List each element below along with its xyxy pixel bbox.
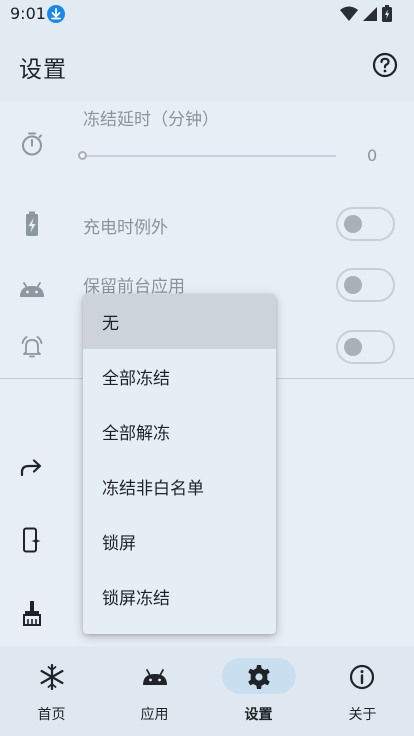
charging-exception-toggle[interactable] [336,207,395,241]
battery-charging-icon [26,211,38,236]
keep-foreground-label-clip: 保留前台应用 [83,275,198,294]
android-icon [143,669,167,685]
notification-toggle[interactable] [336,330,395,364]
help-icon[interactable] [372,52,398,78]
android-icon [20,282,44,297]
timer-icon [22,132,42,156]
battery-icon [382,5,392,22]
dropdown-option-lock-and-freeze[interactable]: 锁屏冻结 [83,569,276,624]
info-icon [349,664,375,690]
status-bar: 9:01 [0,0,414,28]
download-notification-icon [47,5,65,23]
phone-sparkle-icon[interactable] [19,527,45,553]
nav-item-home[interactable]: 首页 [0,646,103,736]
nav-label-about: 关于 [348,707,377,723]
share-arrow-icon[interactable] [19,455,45,481]
dropdown-option-none[interactable]: 无 [83,294,276,349]
alarm-bell-icon [21,336,43,358]
freeze-delay-slider-thumb[interactable] [78,151,87,160]
cell-signal-icon [363,6,377,21]
freeze-delay-value: 0 [367,146,378,165]
charging-exception-label: 充电时例外 [83,218,168,238]
toggle-knob [344,276,362,294]
nav-label-home: 首页 [37,707,66,723]
status-time: 9:01 [10,4,46,23]
wifi-icon [340,6,358,21]
dropdown-option-lock-screen[interactable]: 锁屏 [83,514,276,569]
freeze-delay-slider-track[interactable] [83,155,336,157]
gear-icon [248,665,270,689]
keep-foreground-label: 保留前台应用 [83,277,185,294]
nav-item-apps[interactable]: 应用 [103,646,206,736]
toggle-knob [344,338,362,356]
dropdown-menu: 无 全部冻结 全部解冻 冻结非白名单 锁屏 锁屏冻结 [83,294,276,634]
bottom-navigation: 首页 应用 设置 关于 [0,646,414,736]
nav-item-settings[interactable]: 设置 [207,646,310,736]
toggle-knob [344,215,362,233]
dropdown-option-unfreeze-all[interactable]: 全部解冻 [83,404,276,459]
dropdown-option-freeze-all[interactable]: 全部冻结 [83,349,276,404]
nav-label-apps: 应用 [140,707,169,723]
snowflake-icon [40,664,64,690]
broom-icon[interactable] [19,600,45,626]
app-bar: 设置 [0,28,414,101]
system-icons [340,5,392,22]
keep-foreground-toggle[interactable] [336,268,395,302]
dropdown-option-freeze-non-whitelist[interactable]: 冻结非白名单 [83,459,276,514]
nav-label-settings: 设置 [244,707,273,723]
freeze-delay-label: 冻结延时（分钟） [83,110,219,130]
nav-item-about[interactable]: 关于 [311,646,414,736]
page-title: 设置 [19,57,67,83]
